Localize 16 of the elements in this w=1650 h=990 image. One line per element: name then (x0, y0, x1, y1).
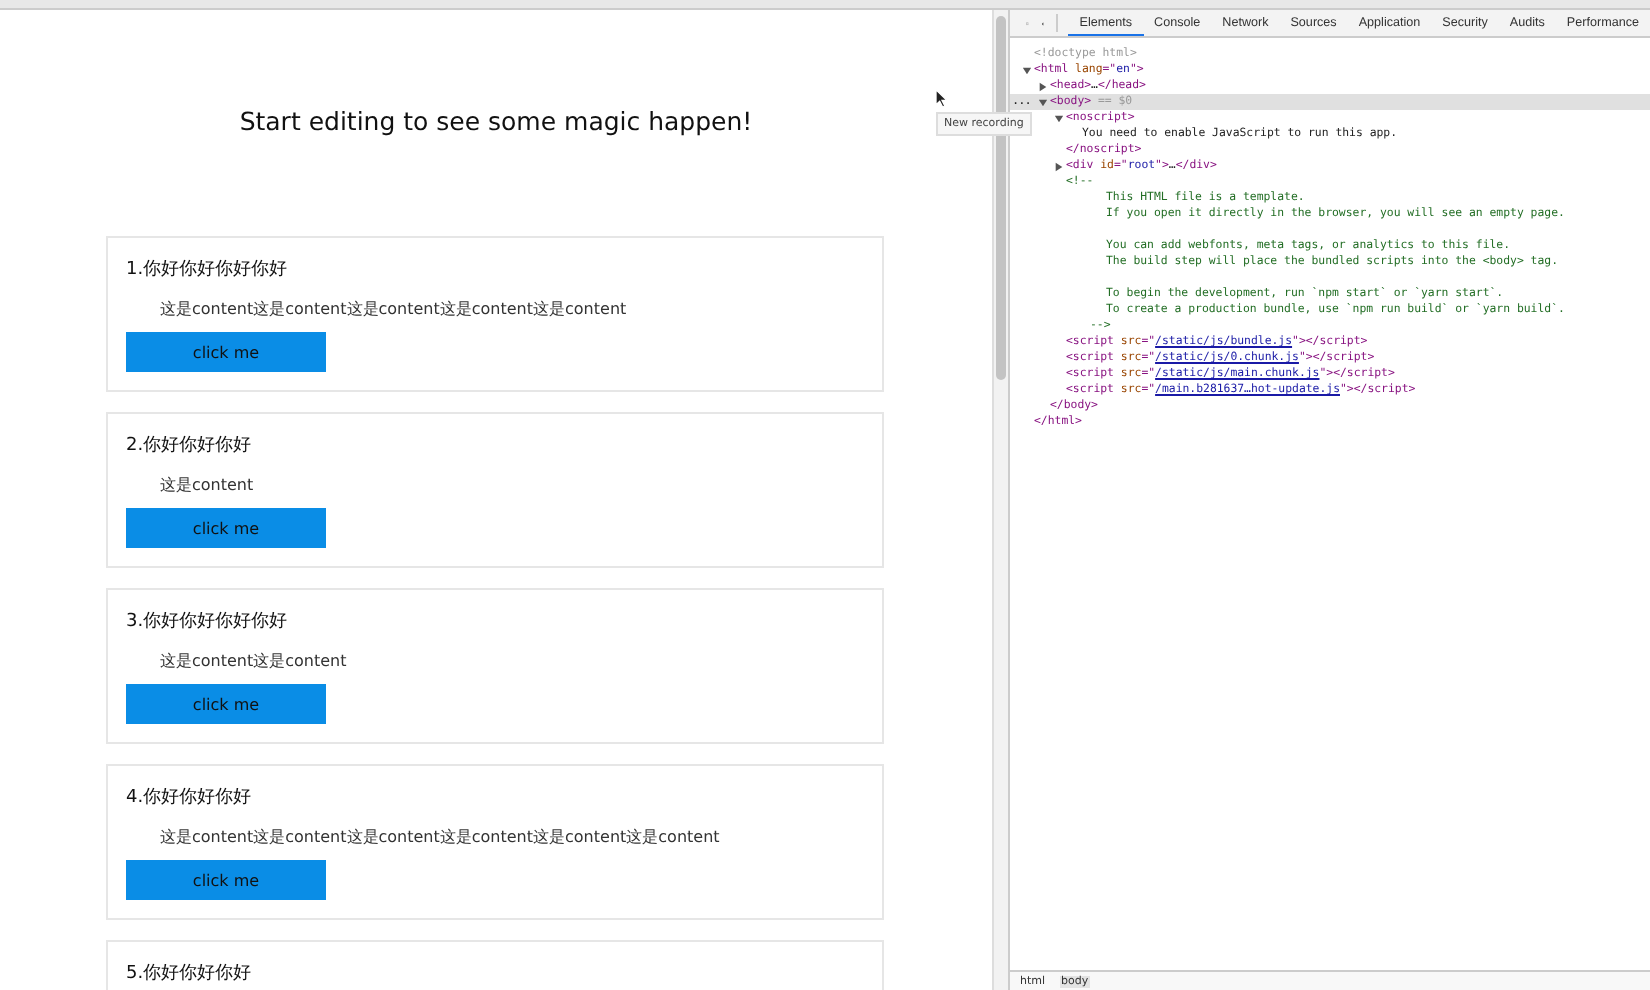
card-title: 4.你好你好你好 (126, 788, 254, 810)
card-content: 这是content这是content这是content这是content这是content这是content (160, 828, 722, 848)
disclosure-triangle-icon[interactable] (1054, 161, 1064, 171)
click-button[interactable]: click me (126, 860, 326, 900)
mouse-cursor-icon (934, 88, 948, 108)
click-button[interactable]: click me (126, 332, 326, 372)
click-button[interactable]: click me (126, 684, 326, 724)
card-content: 这是content (160, 476, 256, 496)
page-heading: Start editing to see some magic happen! (239, 106, 753, 136)
card-title: 3.你好你好你好你好 (126, 612, 290, 634)
card-title: 5.你好你好你好 (126, 964, 254, 986)
card-content: 这是content这是content这是content这是content这是content (160, 300, 629, 320)
click-button[interactable]: click me (126, 508, 326, 548)
card-title: 1.你好你好你好你好 (126, 260, 290, 282)
card-content: 这是content这是content (160, 652, 349, 672)
card-title: 2.你好你好你好 (126, 436, 254, 458)
